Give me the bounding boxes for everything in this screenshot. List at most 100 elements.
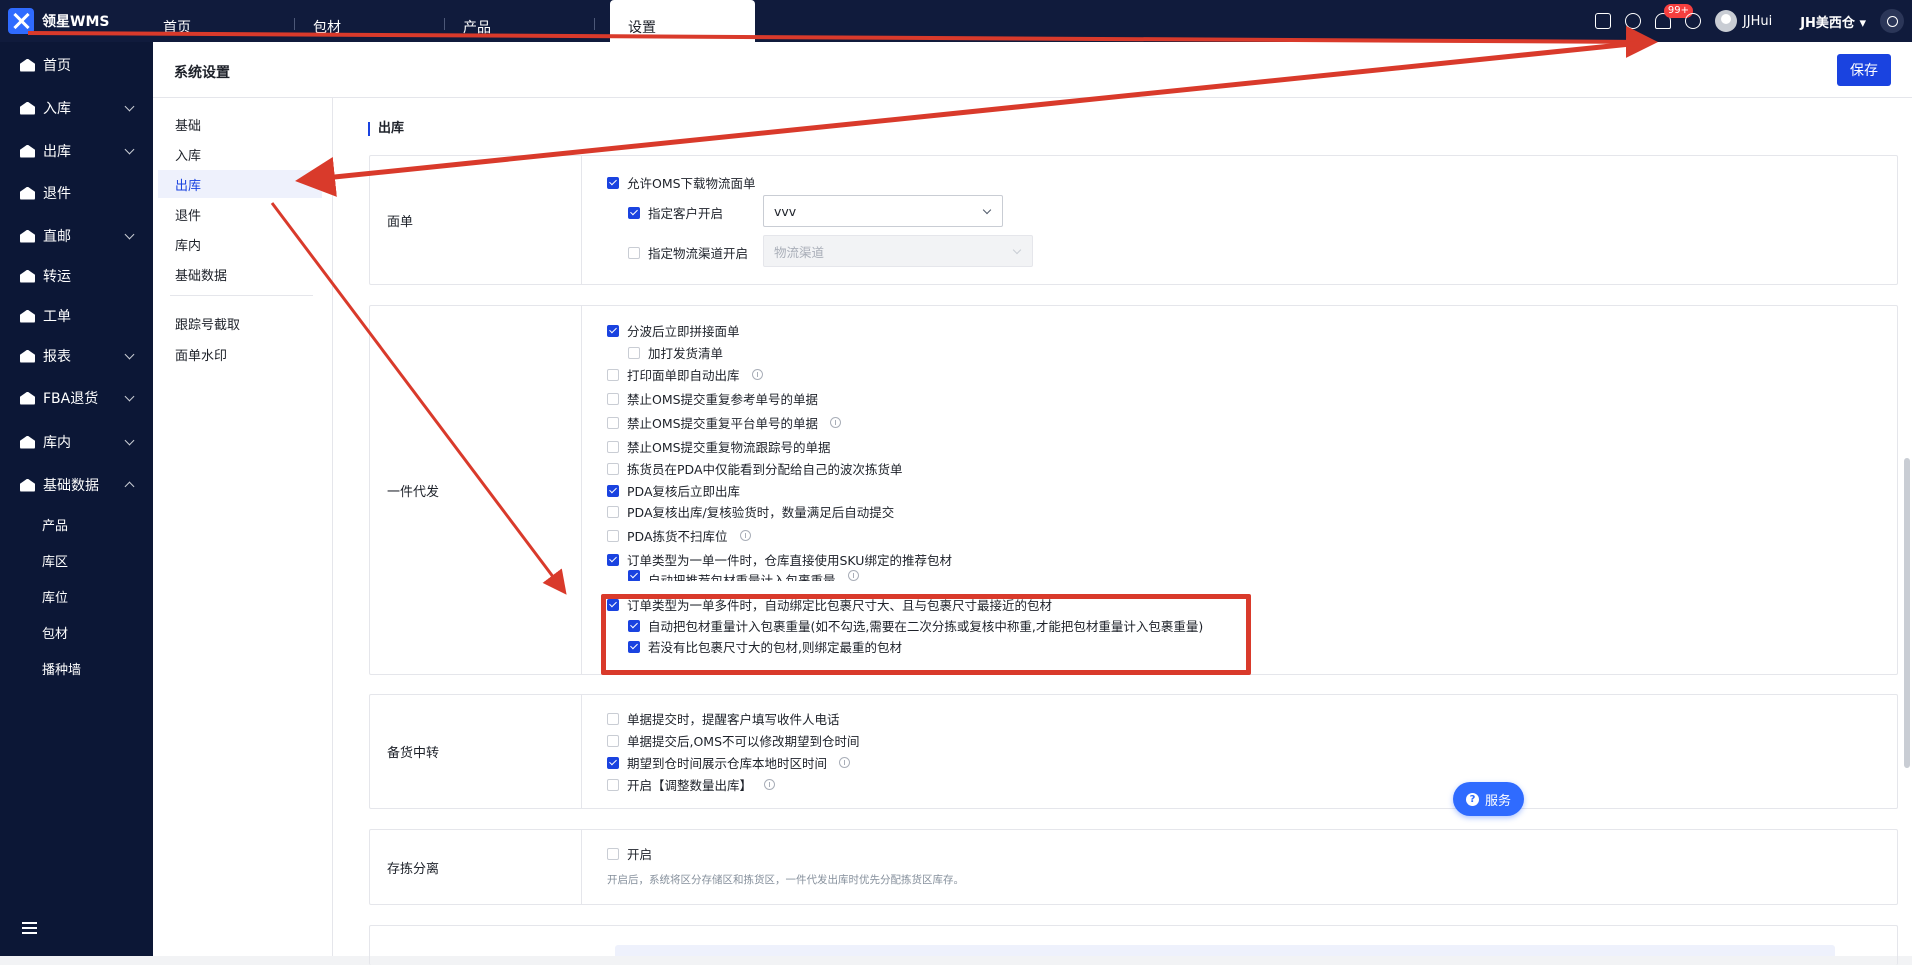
checkbox[interactable] — [607, 484, 619, 497]
customer-select[interactable]: vvv — [763, 195, 1003, 227]
option[interactable]: 单据提交时，提醒客户填写收件人电话 — [607, 709, 840, 728]
sidebar-item-fba-returns[interactable]: FBA退货 — [0, 380, 153, 416]
sidebar-item-in-warehouse[interactable]: 库内 — [0, 424, 153, 460]
settings-nav-returns[interactable]: 退件 — [158, 200, 322, 228]
sidebar-item-inbound[interactable]: 入库 — [0, 90, 153, 126]
scrollbar[interactable] — [1904, 458, 1910, 768]
tab-settings[interactable]: 设置 — [610, 0, 755, 42]
checkbox[interactable] — [628, 570, 640, 581]
hint-text: 开启后，系统将区分存储区和拣货区，一件代发出库时优先分配拣货区库存。 — [607, 874, 964, 886]
checkbox[interactable] — [607, 462, 619, 475]
checkbox[interactable] — [607, 505, 619, 518]
question-icon: ? — [1465, 792, 1479, 806]
chevron-down-icon — [124, 229, 135, 240]
sidebar-item-direct-mail[interactable]: 直邮 — [0, 218, 153, 254]
option-specify-customer[interactable]: 指定客户开启 — [628, 203, 723, 222]
settings-nav-label-watermark[interactable]: 面单水印 — [158, 340, 322, 368]
info-icon[interactable] — [830, 417, 842, 428]
checkbox[interactable] — [607, 847, 619, 860]
sidebar-subitem-sowing-wall[interactable]: 播种墙 — [42, 659, 81, 678]
option[interactable]: 开启【调整数量出库】 — [607, 775, 776, 794]
info-box — [615, 945, 1835, 956]
option-specify-channel[interactable]: 指定物流渠道开启 — [628, 243, 748, 262]
option[interactable]: 分波后立即拼接面单 — [607, 321, 740, 340]
info-icon[interactable] — [739, 530, 751, 541]
sidebar: 首页 入库 出库 退件 直邮 转运 工单 报表 FBA退货 库内 基础数据 产品… — [0, 42, 153, 956]
base-data-icon — [20, 478, 35, 492]
option[interactable]: PDA复核出库/复核验货时，数量满足后自动提交 — [607, 502, 894, 521]
option[interactable]: 加打发货清单 — [628, 343, 723, 362]
sidebar-item-transfer[interactable]: 转运 — [0, 258, 153, 294]
download-icon[interactable] — [1624, 13, 1641, 29]
checkbox[interactable] — [607, 440, 619, 453]
checkbox[interactable] — [607, 529, 619, 542]
settings-nav-basic[interactable]: 基础 — [158, 110, 322, 138]
sidebar-item-work-order[interactable]: 工单 — [0, 298, 153, 334]
option[interactable]: 打印面单即自动出库 — [607, 365, 763, 384]
info-icon[interactable] — [839, 757, 851, 768]
info-icon[interactable] — [847, 570, 859, 581]
checkbox[interactable] — [607, 734, 619, 747]
checkbox[interactable] — [607, 324, 619, 337]
checkbox[interactable] — [607, 756, 619, 769]
settings-nav-inbound[interactable]: 入库 — [158, 140, 322, 168]
sidebar-subitem-zone[interactable]: 库区 — [42, 551, 68, 570]
settings-nav-outbound[interactable]: 出库 — [158, 170, 322, 198]
collapse-menu-icon[interactable] — [22, 922, 37, 934]
checkbox[interactable] — [628, 206, 640, 219]
sidebar-subitem-location[interactable]: 库位 — [42, 587, 68, 606]
option-enable[interactable]: 开启 — [607, 844, 652, 863]
tab-product[interactable]: 产品 — [445, 0, 595, 42]
sidebar-subitem-packaging[interactable]: 包材 — [42, 623, 68, 642]
checkbox[interactable] — [628, 346, 640, 359]
checkbox[interactable] — [607, 553, 619, 566]
option[interactable]: PDA复核后立即出库 — [607, 481, 740, 500]
checkbox[interactable] — [628, 246, 640, 259]
sidebar-subitem-product[interactable]: 产品 — [42, 515, 68, 534]
info-icon[interactable] — [751, 369, 763, 380]
checkbox[interactable] — [607, 712, 619, 725]
search-icon[interactable] — [1880, 9, 1904, 33]
chevron-down-icon — [1012, 245, 1022, 255]
inbox-icon[interactable] — [1594, 13, 1611, 29]
checkbox[interactable] — [607, 416, 619, 429]
gear-icon[interactable] — [1684, 13, 1701, 29]
service-button[interactable]: ? 服务 — [1453, 782, 1524, 816]
app-logo[interactable]: 领星WMS — [8, 8, 109, 34]
option[interactable]: 禁止OMS提交重复物流跟踪号的单据 — [607, 437, 831, 456]
info-icon[interactable] — [764, 779, 776, 790]
option[interactable]: 期望到仓时间展示仓库本地时区时间 — [607, 753, 851, 772]
settings-nav-tracking-intercept[interactable]: 跟踪号截取 — [158, 309, 322, 337]
sidebar-item-home[interactable]: 首页 — [0, 47, 153, 83]
checkbox[interactable] — [607, 778, 619, 791]
panel-stock-transfer-title: 备货中转 — [370, 695, 582, 808]
tab-home[interactable]: 首页 — [145, 0, 295, 42]
sidebar-item-returns[interactable]: 退件 — [0, 175, 153, 211]
bell-icon[interactable]: 99+ — [1654, 4, 1694, 29]
sidebar-item-outbound[interactable]: 出库 — [0, 133, 153, 169]
option[interactable]: 订单类型为一单一件时，仓库直接使用SKU绑定的推荐包材 — [607, 550, 952, 569]
tab-packaging[interactable]: 包材 — [295, 0, 445, 42]
option[interactable]: 单据提交后,OMS不可以修改期望到仓时间 — [607, 731, 860, 750]
sidebar-item-base-data[interactable]: 基础数据 — [0, 467, 153, 503]
sidebar-item-reports[interactable]: 报表 — [0, 338, 153, 374]
warehouse-select[interactable]: JH美西仓 ▾ — [1800, 12, 1866, 31]
user-menu[interactable]: JJHui — [1714, 10, 1772, 32]
option[interactable]: PDA拣货不扫库位 — [607, 526, 751, 545]
settings-nav-in-warehouse[interactable]: 库内 — [158, 230, 322, 258]
settings-nav-base-data[interactable]: 基础数据 — [158, 260, 322, 288]
fba-icon — [20, 391, 35, 405]
option[interactable]: 拣货员在PDA中仅能看到分配给自己的波次拣货单 — [607, 459, 903, 478]
home-icon — [20, 58, 35, 72]
option[interactable]: 禁止OMS提交重复参考单号的单据 — [607, 389, 818, 408]
top-right-tools: 99+ JJHui JH美西仓 ▾ — [1594, 0, 1912, 42]
annotation-highlight-box — [601, 594, 1251, 675]
checkbox[interactable] — [607, 392, 619, 405]
option-allow-oms-download[interactable]: 允许OMS下载物流面单 — [607, 173, 756, 192]
top-tabs: 首页 包材 产品 设置 — [145, 0, 755, 42]
option[interactable]: 自动把推荐包材重量计入包裹重量 — [628, 570, 859, 581]
option[interactable]: 禁止OMS提交重复平台单号的单据 — [607, 413, 842, 432]
save-button[interactable]: 保存 — [1837, 54, 1891, 86]
checkbox[interactable] — [607, 368, 619, 381]
checkbox[interactable] — [607, 176, 619, 189]
